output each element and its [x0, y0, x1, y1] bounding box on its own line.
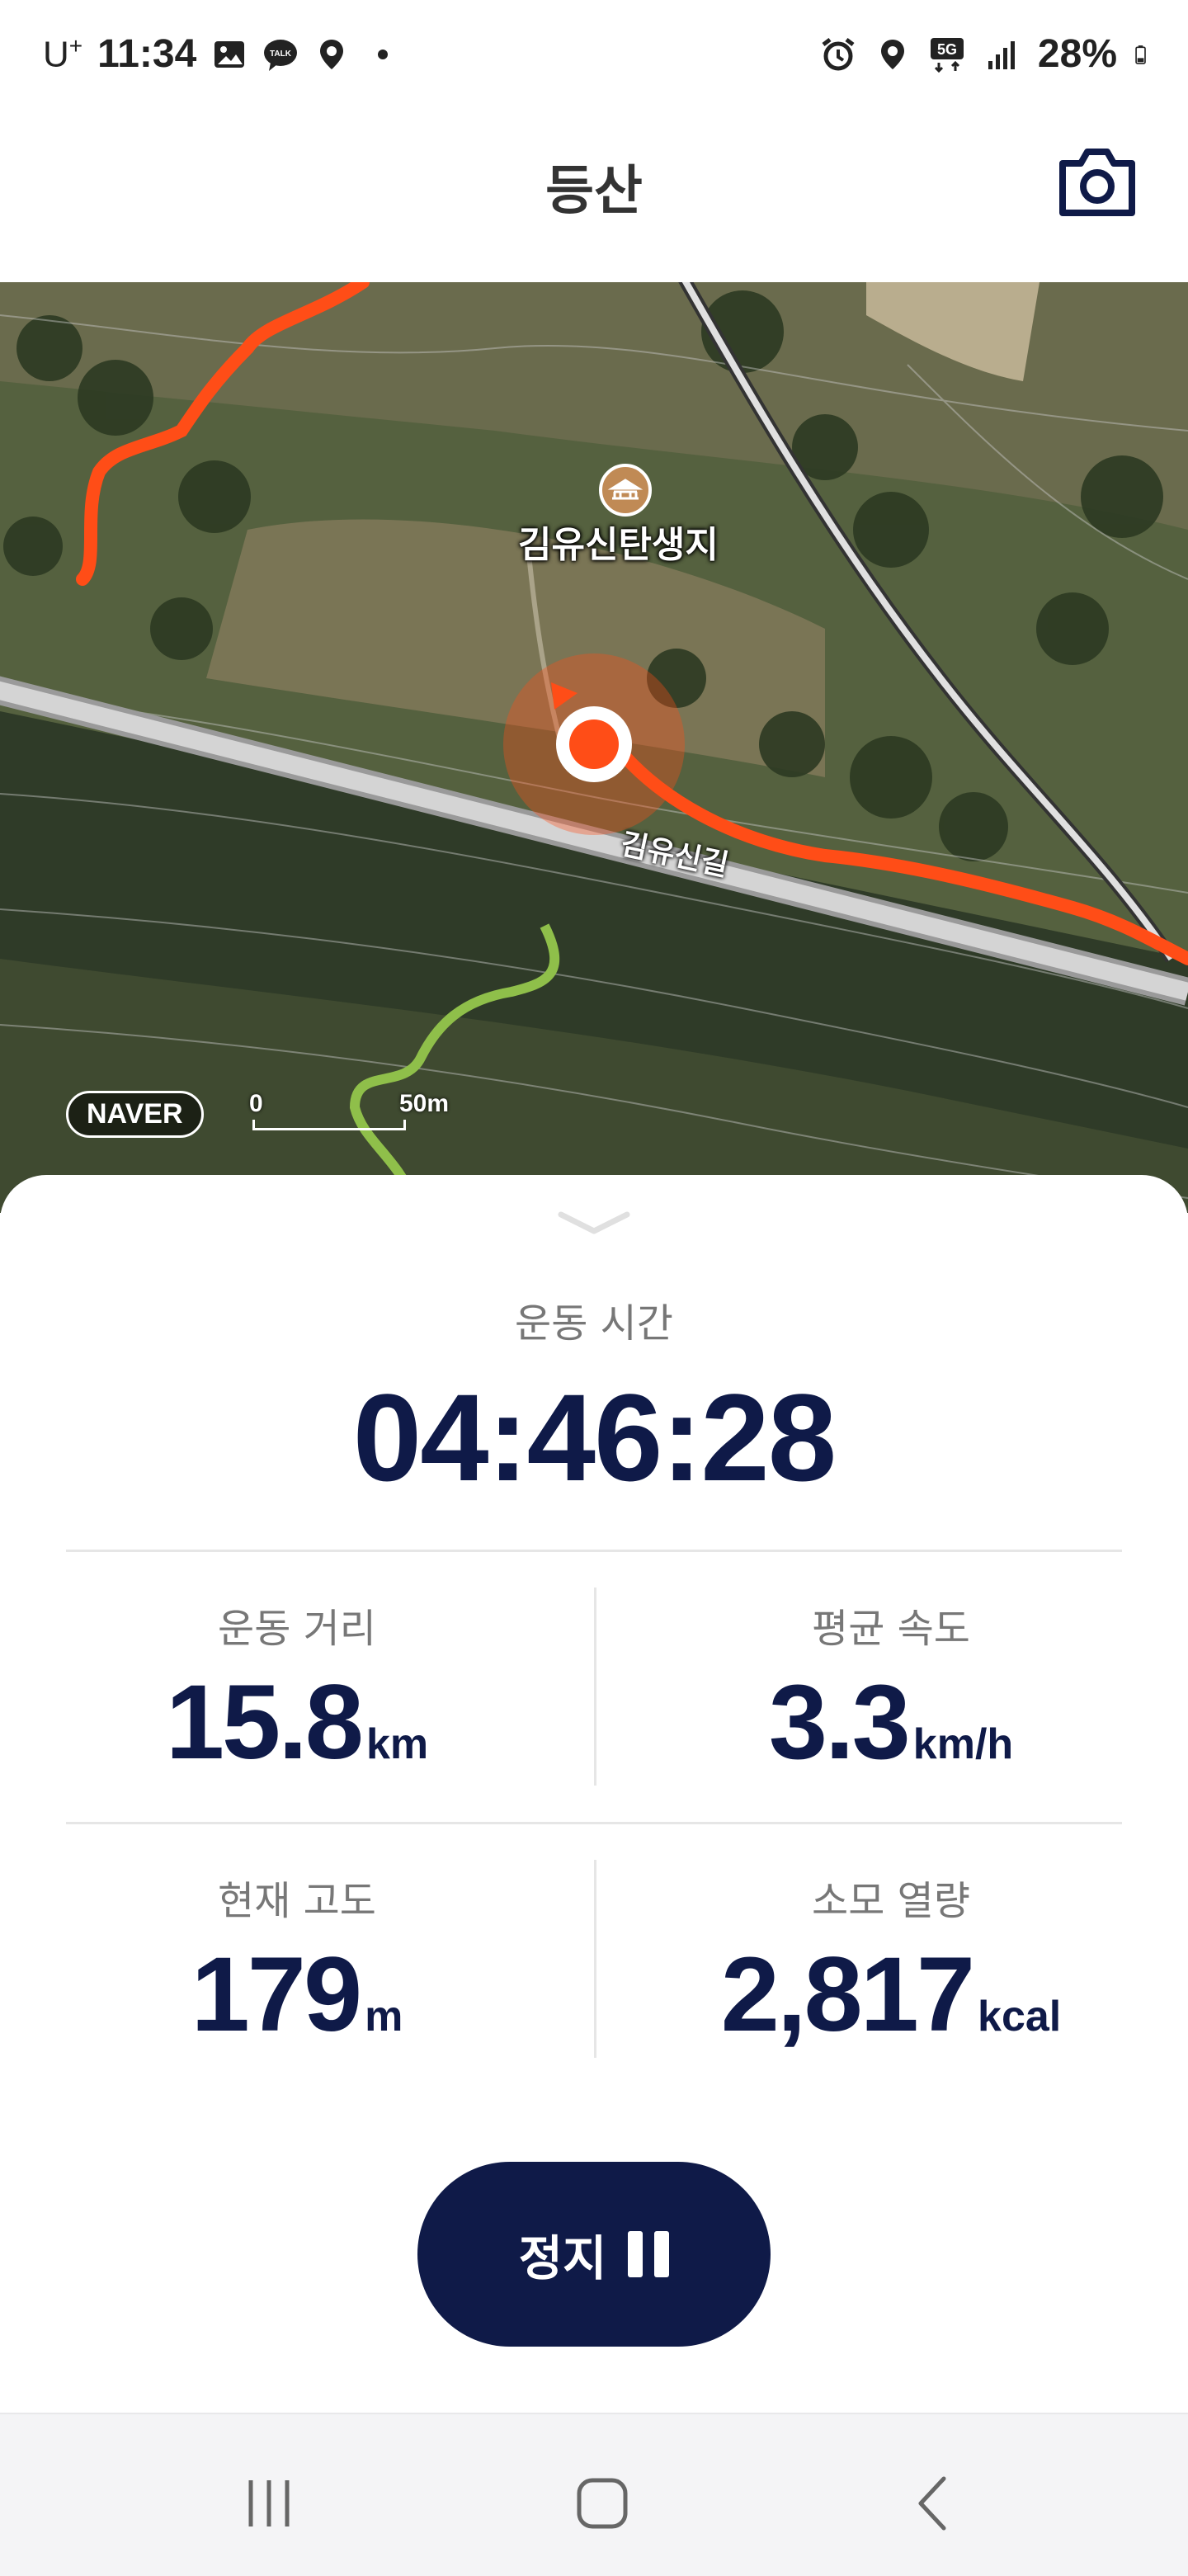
battery-icon	[1135, 45, 1146, 64]
altitude-label: 현재 고도	[218, 1878, 376, 1924]
location-icon	[320, 39, 344, 69]
dot-icon	[378, 49, 389, 59]
distance-label: 운동 거리	[218, 1606, 376, 1652]
scale-max-label: 50m	[399, 1090, 450, 1117]
distance-stat: 운동 거리 15.8 km	[0, 1596, 594, 1783]
speed-label: 평균 속도	[812, 1606, 970, 1652]
signal-icon	[988, 40, 1015, 69]
alarm-icon	[822, 37, 855, 70]
speed-stat: 평균 속도 3.3 km/h	[594, 1596, 1188, 1783]
status-left: U+ 11:34 TALK	[43, 31, 401, 77]
battery-percent: 28%	[1037, 32, 1117, 76]
landmark-icon[interactable]	[599, 464, 652, 517]
calories-unit: kcal	[978, 1993, 1062, 2041]
chevron-down-icon[interactable]	[553, 1206, 635, 1239]
back-icon[interactable]	[903, 2470, 969, 2536]
carrier-label: U+	[43, 32, 83, 75]
map-scale: 0 50m	[249, 1090, 450, 1130]
camera-icon[interactable]	[1058, 147, 1137, 218]
altitude-unit: m	[365, 1993, 403, 2041]
calories-value: 2,817	[720, 1936, 975, 2054]
pause-icon	[628, 2231, 670, 2277]
clock: 11:34	[97, 32, 197, 76]
altitude-value: 179	[191, 1936, 363, 2054]
scale-min-label: 0	[249, 1090, 263, 1117]
stop-label: 정지	[518, 2230, 607, 2286]
5g-icon: 5G	[930, 37, 964, 73]
calories-stat: 소모 열량 2,817 kcal	[594, 1868, 1188, 2055]
distance-value: 15.8	[165, 1663, 364, 1781]
status-bar: U+ 11:34 TALK 5G 28%	[0, 0, 1188, 116]
speed-unit: km/h	[912, 1720, 1014, 1768]
altitude-stat: 현재 고도 179 m	[0, 1868, 594, 2055]
map-view[interactable]: 김유신탄생지 김유신길 NAVER 0 50m	[0, 282, 1188, 1213]
distance-unit: km	[365, 1720, 429, 1768]
workout-sheet: 운동 시간 04:46:28 운동 거리 15.8 km 평균 속도 3.3 km/…	[0, 1175, 1188, 2413]
system-nav-bar	[0, 2413, 1188, 2576]
current-location-marker	[503, 653, 685, 835]
home-icon[interactable]	[569, 2470, 635, 2536]
stop-button[interactable]: 정지	[417, 2162, 771, 2347]
calories-label: 소모 열량	[812, 1878, 970, 1924]
divider	[66, 1822, 1122, 1824]
naver-logo[interactable]: NAVER	[66, 1091, 204, 1138]
app-header: 등산	[0, 116, 1188, 282]
speed-value: 3.3	[768, 1663, 911, 1781]
workout-time-value: 04:46:28	[352, 1368, 837, 1507]
page-title: 등산	[545, 161, 643, 222]
gallery-icon	[214, 40, 245, 68]
status-right: 5G 28%	[820, 31, 1155, 77]
talk-icon: TALK	[264, 39, 298, 71]
place-label[interactable]: 김유신탄생지	[518, 515, 719, 568]
map-canvas[interactable]	[0, 282, 1188, 1213]
svg-text:5G: 5G	[937, 41, 957, 58]
scale-bar	[252, 1120, 406, 1130]
recent-apps-icon[interactable]	[236, 2470, 302, 2536]
workout-time-label: 운동 시간	[515, 1300, 673, 1347]
divider	[66, 1550, 1122, 1552]
svg-text:TALK: TALK	[270, 50, 292, 59]
location-icon	[880, 39, 904, 69]
